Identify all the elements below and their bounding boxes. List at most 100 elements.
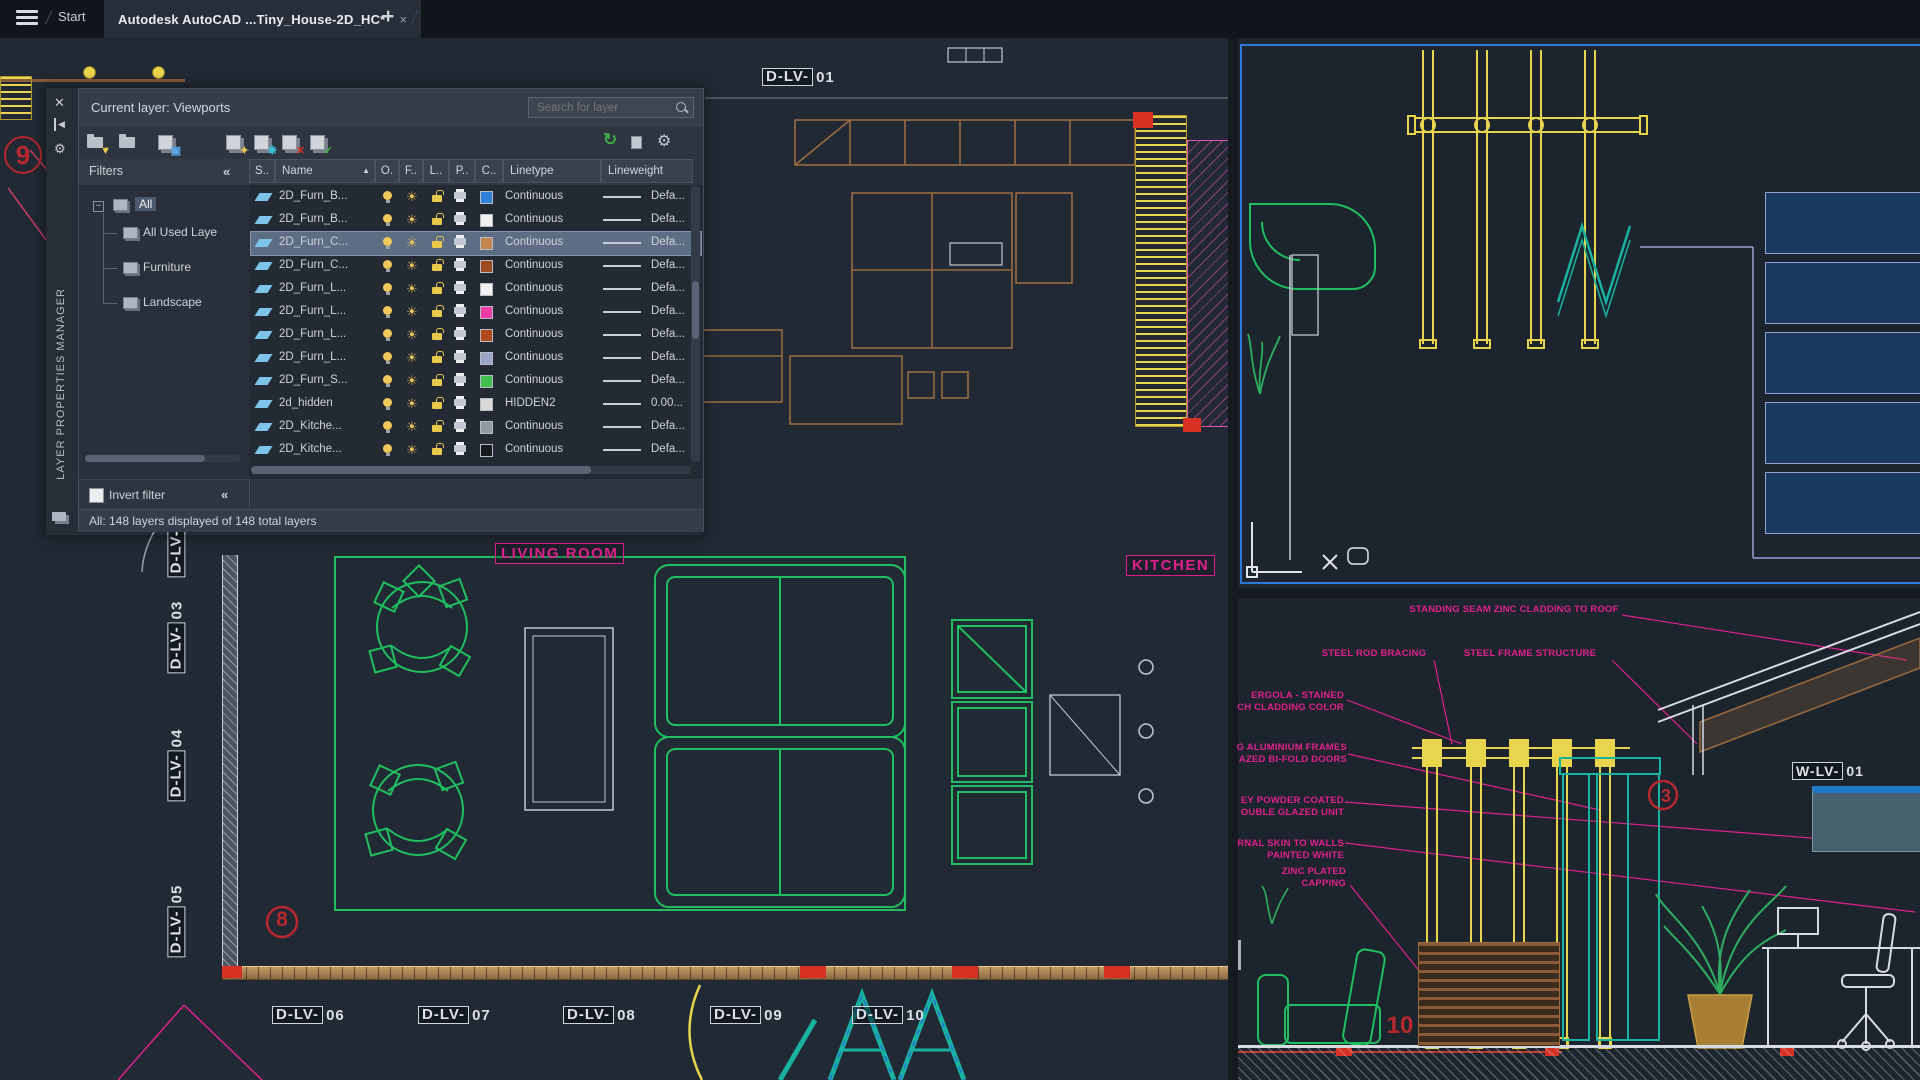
layer-on-icon[interactable] xyxy=(383,329,392,338)
tree-item-landscape[interactable]: Landscape xyxy=(143,295,202,309)
delete-layer-button[interactable]: ✕ xyxy=(279,132,303,154)
layer-color-swatch[interactable] xyxy=(480,306,493,319)
layer-row[interactable]: 2D_Furn_L...☀ContinuousDefa... xyxy=(251,278,701,301)
tab-start[interactable]: Start xyxy=(58,9,85,24)
layer-on-icon[interactable] xyxy=(383,214,392,223)
isolate-icon[interactable] xyxy=(631,136,655,158)
layer-on-icon[interactable] xyxy=(383,283,392,292)
tab-close-icon[interactable]: × xyxy=(399,12,407,27)
layer-plot-icon[interactable] xyxy=(454,238,466,245)
new-layer-vp-frozen-button[interactable]: ❋ xyxy=(251,132,275,154)
column-on[interactable]: O. xyxy=(375,159,399,183)
layer-plot-icon[interactable] xyxy=(454,261,466,268)
layer-on-icon[interactable] xyxy=(383,352,392,361)
tree-item-furniture[interactable]: Furniture xyxy=(143,260,191,274)
layer-freeze-icon[interactable]: ☀ xyxy=(406,327,418,342)
palette-properties-icon[interactable]: ⚙ xyxy=(54,142,66,155)
column-linetype[interactable]: Linetype xyxy=(503,159,601,183)
layer-plot-icon[interactable] xyxy=(454,192,466,199)
layer-color-swatch[interactable] xyxy=(480,421,493,434)
layer-color-swatch[interactable] xyxy=(480,352,493,365)
layer-freeze-icon[interactable]: ☀ xyxy=(406,212,418,227)
layer-row[interactable]: 2D_Furn_B...☀ContinuousDefa... xyxy=(251,186,701,209)
layer-lock-icon[interactable] xyxy=(432,425,442,432)
layer-lock-icon[interactable] xyxy=(432,379,442,386)
layer-plot-icon[interactable] xyxy=(454,215,466,222)
column-freeze[interactable]: F.. xyxy=(399,159,423,183)
layer-lock-icon[interactable] xyxy=(432,264,442,271)
layer-plot-icon[interactable] xyxy=(454,330,466,337)
layer-freeze-icon[interactable]: ☀ xyxy=(406,235,418,250)
layer-freeze-icon[interactable]: ☀ xyxy=(406,373,418,388)
layer-on-icon[interactable] xyxy=(383,306,392,315)
layer-freeze-icon[interactable]: ☀ xyxy=(406,419,418,434)
layer-freeze-icon[interactable]: ☀ xyxy=(406,350,418,365)
layer-color-swatch[interactable] xyxy=(480,329,493,342)
layer-search-input[interactable] xyxy=(528,97,694,118)
layer-plot-icon[interactable] xyxy=(454,284,466,291)
layer-plot-icon[interactable] xyxy=(454,376,466,383)
layer-lock-icon[interactable] xyxy=(432,218,442,225)
column-lineweight[interactable]: Lineweight xyxy=(601,159,693,183)
column-plot[interactable]: P.. xyxy=(449,159,475,183)
layer-on-icon[interactable] xyxy=(383,444,392,453)
layer-freeze-icon[interactable]: ☀ xyxy=(406,258,418,273)
layer-freeze-icon[interactable]: ☀ xyxy=(406,396,418,411)
layer-row[interactable]: 2D_Furn_S...☀ContinuousDefa... xyxy=(251,370,701,393)
layer-plot-icon[interactable] xyxy=(454,422,466,429)
section-viewport[interactable] xyxy=(1232,594,1920,1080)
settings-gear-icon[interactable]: ⚙ xyxy=(657,131,681,153)
tree-item-all-used-layers[interactable]: All Used Laye xyxy=(143,225,217,239)
layer-lock-icon[interactable] xyxy=(432,241,442,248)
filters-collapse-icon[interactable]: « xyxy=(223,164,230,179)
layer-on-icon[interactable] xyxy=(383,237,392,246)
layer-lock-icon[interactable] xyxy=(432,402,442,409)
layer-freeze-icon[interactable]: ☀ xyxy=(406,189,418,204)
elevation-viewport-top[interactable] xyxy=(1238,38,1920,590)
layer-color-swatch[interactable] xyxy=(480,398,493,411)
layer-on-icon[interactable] xyxy=(383,260,392,269)
layer-lock-icon[interactable] xyxy=(432,356,442,363)
table-h-scrollbar[interactable] xyxy=(251,466,691,474)
layer-on-icon[interactable] xyxy=(383,421,392,430)
layer-states-manager-button[interactable]: ▣ xyxy=(155,132,179,154)
new-group-filter-button[interactable] xyxy=(117,132,141,154)
layer-lock-icon[interactable] xyxy=(432,310,442,317)
column-lock[interactable]: L.. xyxy=(423,159,449,183)
refresh-icon[interactable]: ↻ xyxy=(603,130,627,152)
layer-lock-icon[interactable] xyxy=(432,448,442,455)
layer-row[interactable]: 2D_Furn_L...☀ContinuousDefa... xyxy=(251,301,701,324)
tree-expand-box[interactable]: − xyxy=(93,201,104,212)
layer-plot-icon[interactable] xyxy=(454,399,466,406)
layer-freeze-icon[interactable]: ☀ xyxy=(406,281,418,296)
layer-plot-icon[interactable] xyxy=(454,307,466,314)
layer-on-icon[interactable] xyxy=(383,375,392,384)
layer-color-swatch[interactable] xyxy=(480,375,493,388)
search-icon[interactable] xyxy=(676,102,686,112)
layer-color-swatch[interactable] xyxy=(480,214,493,227)
layer-on-icon[interactable] xyxy=(383,191,392,200)
layer-row[interactable]: 2D_Kitche...☀ContinuousDefa... xyxy=(251,439,701,462)
layer-row[interactable]: 2D_Kitche...☀ContinuousDefa... xyxy=(251,416,701,439)
layer-row[interactable]: 2D_Furn_L...☀ContinuousDefa... xyxy=(251,347,701,370)
column-status[interactable]: S.. xyxy=(249,159,275,183)
hamburger-menu-icon[interactable] xyxy=(16,10,38,26)
layer-color-swatch[interactable] xyxy=(480,191,493,204)
new-layer-button[interactable]: ✦ xyxy=(223,132,247,154)
set-current-layer-button[interactable]: ✓ xyxy=(307,132,331,154)
tab-active-drawing[interactable]: Autodesk AutoCAD ...Tiny_House-2D_HC* × xyxy=(104,0,421,38)
layer-row-selected[interactable]: 2D_Furn_C...☀ContinuousDefa... xyxy=(251,232,701,255)
table-v-scrollbar[interactable] xyxy=(691,186,700,462)
palette-close-icon[interactable]: ✕ xyxy=(54,96,65,109)
invert-filter-checkbox[interactable] xyxy=(89,488,104,503)
layer-plot-icon[interactable] xyxy=(454,445,466,452)
layer-row[interactable]: 2D_Furn_C...☀ContinuousDefa... xyxy=(251,255,701,278)
panel-collapse-icon[interactable]: « xyxy=(221,487,228,502)
layer-row[interactable]: 2d_hidden☀HIDDEN20.00... xyxy=(251,393,701,416)
layer-color-swatch[interactable] xyxy=(480,237,493,250)
column-name[interactable]: Name ▲ xyxy=(275,159,375,183)
palette-autohide-icon[interactable]: ◀ xyxy=(54,118,65,131)
layer-row[interactable]: 2D_Furn_B...☀ContinuousDefa... xyxy=(251,209,701,232)
layer-lock-icon[interactable] xyxy=(432,333,442,340)
new-property-filter-button[interactable]: ▼ xyxy=(85,132,109,154)
